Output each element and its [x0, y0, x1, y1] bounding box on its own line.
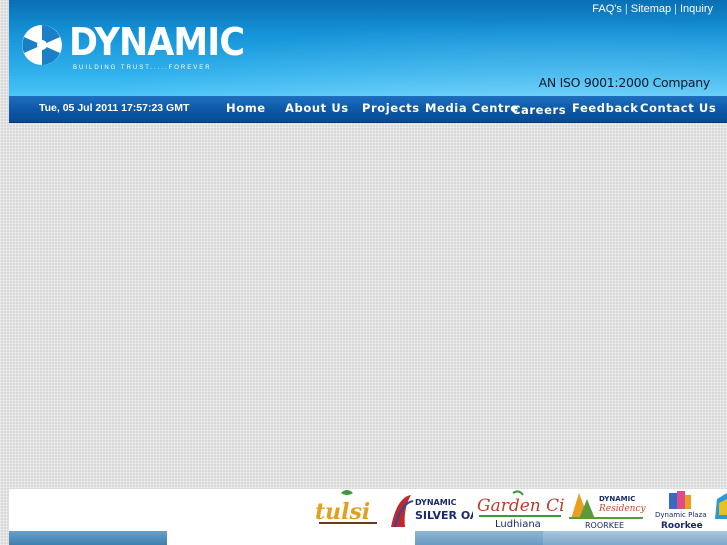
nav-careers[interactable]: Careers: [512, 103, 566, 117]
brand-dynamic-residency[interactable]: DYNAMIC Residency ROORKEE: [567, 489, 647, 531]
sitemap-link[interactable]: Sitemap: [631, 3, 671, 15]
page: DYNAMIC BUILDING TRUST.....FOREVER FAQ's…: [9, 0, 727, 545]
footer-panel: [543, 531, 727, 545]
divider: |: [624, 3, 628, 15]
silver-oak-logo-icon: DYNAMIC SILVER OAK: [391, 495, 487, 528]
svg-text:Dynamic Plaza: Dynamic Plaza: [655, 511, 707, 519]
residency-logo-icon: DYNAMIC Residency ROORKEE: [569, 493, 647, 530]
tulsi-logo-icon: tulsi: [315, 490, 377, 525]
brand-partial[interactable]: [709, 489, 727, 531]
logo-emblem-icon: [22, 25, 62, 65]
nav-contact-us[interactable]: Contact Us: [640, 101, 716, 115]
footer-strip: [9, 531, 727, 545]
nav-media-centre[interactable]: Media Centre: [425, 101, 519, 115]
svg-text:Residency: Residency: [598, 504, 647, 514]
svg-text:DYNAMIC: DYNAMIC: [599, 495, 635, 503]
footer-panel: [415, 531, 543, 545]
brand-dynamic-plaza[interactable]: Dynamic Plaza Roorkee: [649, 489, 709, 531]
brand-garden-city[interactable]: Garden City Ludhiana: [475, 489, 581, 531]
date-display: Tue, 05 Jul 2011 17:57:23 GMT: [39, 102, 190, 114]
partial-logo-icon: [715, 493, 727, 519]
plaza-logo-icon: Dynamic Plaza Roorkee: [655, 491, 707, 531]
svg-text:Ludhiana: Ludhiana: [495, 519, 541, 530]
brand-silver-oak[interactable]: DYNAMIC SILVER OAK: [389, 489, 487, 531]
garden-city-logo-icon: Garden City Ludhiana: [477, 490, 581, 530]
nav-projects[interactable]: Projects: [362, 101, 420, 115]
iso-certification: AN ISO 9001:2000 Company: [538, 75, 711, 90]
projects-banner: tulsi DYNAMIC SILVER OAK Garden City Lud…: [9, 489, 727, 531]
svg-text:DYNAMIC: DYNAMIC: [415, 498, 457, 507]
nav-about-us[interactable]: About Us: [285, 101, 349, 115]
footer-panel: [167, 531, 415, 545]
brand-tulsi[interactable]: tulsi: [311, 489, 383, 531]
svg-text:tulsi: tulsi: [315, 499, 370, 525]
logo-text: DYNAMIC: [69, 20, 245, 64]
divider: |: [674, 3, 677, 15]
svg-text:SILVER OAK: SILVER OAK: [415, 509, 473, 522]
svg-text:Roorkee: Roorkee: [661, 521, 703, 531]
svg-text:Garden City: Garden City: [477, 496, 565, 516]
faq-link[interactable]: FAQ's: [592, 3, 622, 15]
nav-feedback[interactable]: Feedback: [572, 101, 638, 115]
top-links: FAQ's | Sitemap | Inquiry: [592, 3, 713, 15]
svg-text:ROORKEE: ROORKEE: [585, 521, 624, 530]
inquiry-link[interactable]: Inquiry: [680, 3, 713, 15]
nav-home[interactable]: Home: [226, 101, 266, 115]
dynamic-logo[interactable]: DYNAMIC BUILDING TRUST.....FOREVER: [19, 20, 245, 76]
footer-panel: [9, 531, 167, 545]
logo-tagline: BUILDING TRUST.....FOREVER: [73, 65, 212, 71]
main-nav: Tue, 05 Jul 2011 17:57:23 GMT Home About…: [9, 96, 727, 123]
site-header: DYNAMIC BUILDING TRUST.....FOREVER FAQ's…: [9, 0, 727, 96]
